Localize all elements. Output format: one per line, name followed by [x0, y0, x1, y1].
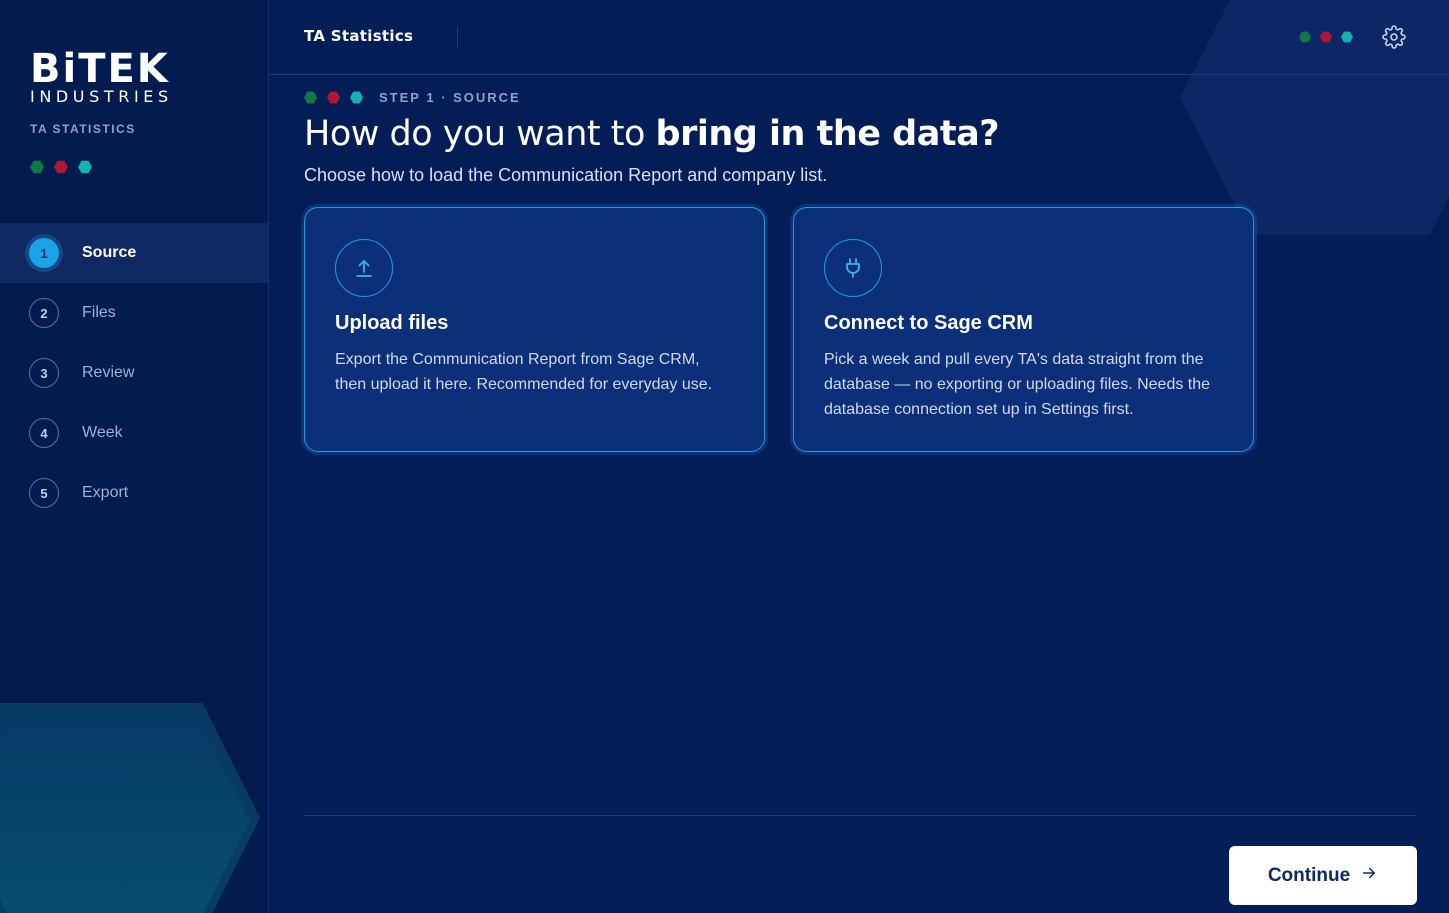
red-hex-dot — [54, 160, 68, 174]
option-title: Upload files — [335, 312, 449, 334]
footer-divider — [304, 815, 1417, 816]
plug-icon — [824, 239, 882, 297]
page-title-bold: bring in the data? — [655, 114, 1000, 154]
step-label: Export — [82, 484, 129, 501]
brand-tagline: TA STATISTICS — [30, 122, 136, 136]
step-item-export[interactable]: 5 Export — [0, 463, 268, 523]
page-subtitle: Choose how to load the Communication Rep… — [304, 165, 828, 185]
teal-hex-dot — [78, 160, 92, 174]
step-item-review[interactable]: 3 Review — [0, 343, 268, 403]
red-hex-dot — [327, 91, 340, 104]
step-number: 5 — [29, 478, 59, 508]
logo-sub-text: INDUSTRIES — [30, 87, 173, 106]
connect-sage-crm-option-card[interactable]: Connect to Sage CRM Pick a week and pull… — [793, 207, 1254, 452]
step-item-week[interactable]: 4 Week — [0, 403, 268, 463]
green-hex-dot — [1299, 31, 1311, 43]
header-dots — [1299, 31, 1353, 43]
top-bar: TA Statistics — [269, 0, 1449, 75]
step-label: Files — [82, 304, 116, 321]
continue-label: Continue — [1267, 864, 1351, 886]
page-title: How do you want to bring in the data? — [304, 114, 1000, 154]
green-hex-dot — [30, 160, 44, 174]
continue-button[interactable]: Continue — [1229, 846, 1417, 905]
step-navigation: 1 Source 2 Files 3 Review 4 Week 5 Expor… — [0, 223, 268, 523]
title-divider — [457, 26, 458, 48]
option-title: Connect to Sage CRM — [824, 312, 1033, 334]
teal-hex-dot — [350, 91, 363, 104]
logo-main-text: BiTEK — [30, 46, 170, 92]
option-description: Export the Communication Report from Sag… — [335, 351, 713, 393]
red-hex-dot — [1320, 31, 1332, 43]
upload-files-option-card[interactable]: Upload files Export the Communication Re… — [304, 207, 765, 452]
step-label: Week — [82, 424, 123, 441]
step-item-files[interactable]: 2 Files — [0, 283, 268, 343]
step-indicator: STEP 1 · SOURCE — [304, 90, 521, 105]
sidebar: BiTEK INDUSTRIES TA STATISTICS 1 Source … — [0, 0, 269, 913]
step-caption: STEP 1 · SOURCE — [379, 90, 521, 105]
sidebar-decoration-inner — [0, 718, 250, 913]
step-number: 4 — [29, 418, 59, 448]
step-number: 2 — [29, 298, 59, 328]
step-item-source[interactable]: 1 Source — [0, 223, 268, 283]
step-dots — [304, 91, 363, 104]
page-title-regular: How do you want to — [304, 114, 656, 154]
upload-icon — [335, 239, 393, 297]
app-title: TA Statistics — [304, 27, 414, 45]
step-label: Review — [82, 364, 135, 381]
step-number: 3 — [29, 358, 59, 388]
step-number: 1 — [29, 238, 59, 268]
gear-icon[interactable] — [1382, 25, 1406, 49]
green-hex-dot — [304, 91, 317, 104]
teal-hex-dot — [1341, 31, 1353, 43]
option-description: Pick a week and pull every TA's data str… — [824, 351, 1211, 418]
brand-dots — [30, 160, 92, 174]
arrow-right-icon — [1360, 864, 1378, 887]
step-label: Source — [82, 244, 137, 261]
brand-logo: BiTEK INDUSTRIES — [30, 46, 173, 106]
